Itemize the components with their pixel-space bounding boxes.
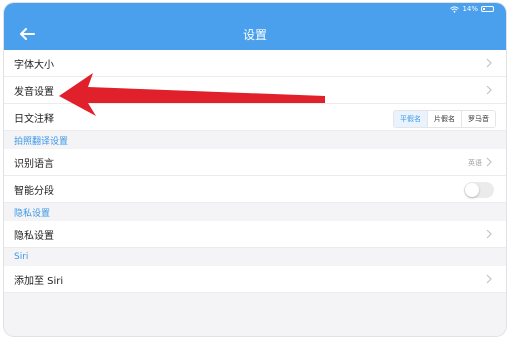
battery-icon: [481, 6, 494, 12]
segment-romaji[interactable]: 罗马音: [461, 111, 495, 127]
toggle-knob: [465, 183, 479, 197]
row-privacy[interactable]: 隐私设置: [4, 221, 506, 248]
row-label: 隐私设置: [14, 230, 54, 242]
row-label: 字体大小: [14, 59, 54, 71]
row-add-to-siri[interactable]: 添加至 Siri: [4, 266, 506, 293]
status-bar: 14%: [4, 3, 506, 18]
segment-hiragana[interactable]: 平假名: [394, 111, 427, 127]
row-label: 智能分段: [14, 185, 54, 197]
app-window: 14% 设置 字体大小 发音设置 日文注释 平假名 片假名 罗马音 拍照翻译设置…: [4, 3, 506, 336]
row-label: 日文注释: [14, 113, 54, 125]
chevron-right-icon: [486, 58, 492, 68]
section-header-privacy: 隐私设置: [4, 203, 506, 221]
segment-katakana[interactable]: 片假名: [427, 111, 461, 127]
row-pronunciation[interactable]: 发音设置: [4, 77, 506, 104]
smart-segment-toggle[interactable]: [464, 182, 494, 198]
section-header-photo: 拍照翻译设置: [4, 131, 506, 149]
row-smart-segment: 智能分段: [4, 176, 506, 203]
section-label: 隐私设置: [14, 208, 51, 219]
status-indicators: 14%: [450, 5, 494, 13]
settings-list: 字体大小 发音设置 日文注释 平假名 片假名 罗马音 拍照翻译设置 识别语言 英…: [4, 50, 506, 293]
row-label: 发音设置: [14, 86, 54, 98]
section-header-siri: Siri: [4, 248, 506, 266]
row-japanese-annotation: 日文注释 平假名 片假名 罗马音: [4, 104, 506, 131]
section-label: 拍照翻译设置: [14, 136, 69, 147]
row-recognition-language[interactable]: 识别语言 英语: [4, 149, 506, 176]
row-value: 英语: [468, 159, 482, 167]
chevron-right-icon: [486, 85, 492, 95]
section-label: Siri: [14, 252, 29, 262]
battery-percent: 14%: [462, 5, 478, 13]
row-label: 识别语言: [14, 158, 54, 170]
nav-bar: 设置: [4, 18, 506, 50]
chevron-right-icon: [486, 157, 492, 167]
page-title: 设置: [242, 28, 267, 42]
row-label: 添加至 Siri: [14, 275, 64, 287]
wifi-icon: [450, 5, 460, 13]
chevron-right-icon: [486, 229, 492, 239]
annotation-segmented-control: 平假名 片假名 罗马音: [393, 110, 496, 128]
row-font-size[interactable]: 字体大小: [4, 50, 506, 77]
chevron-right-icon: [486, 274, 492, 284]
